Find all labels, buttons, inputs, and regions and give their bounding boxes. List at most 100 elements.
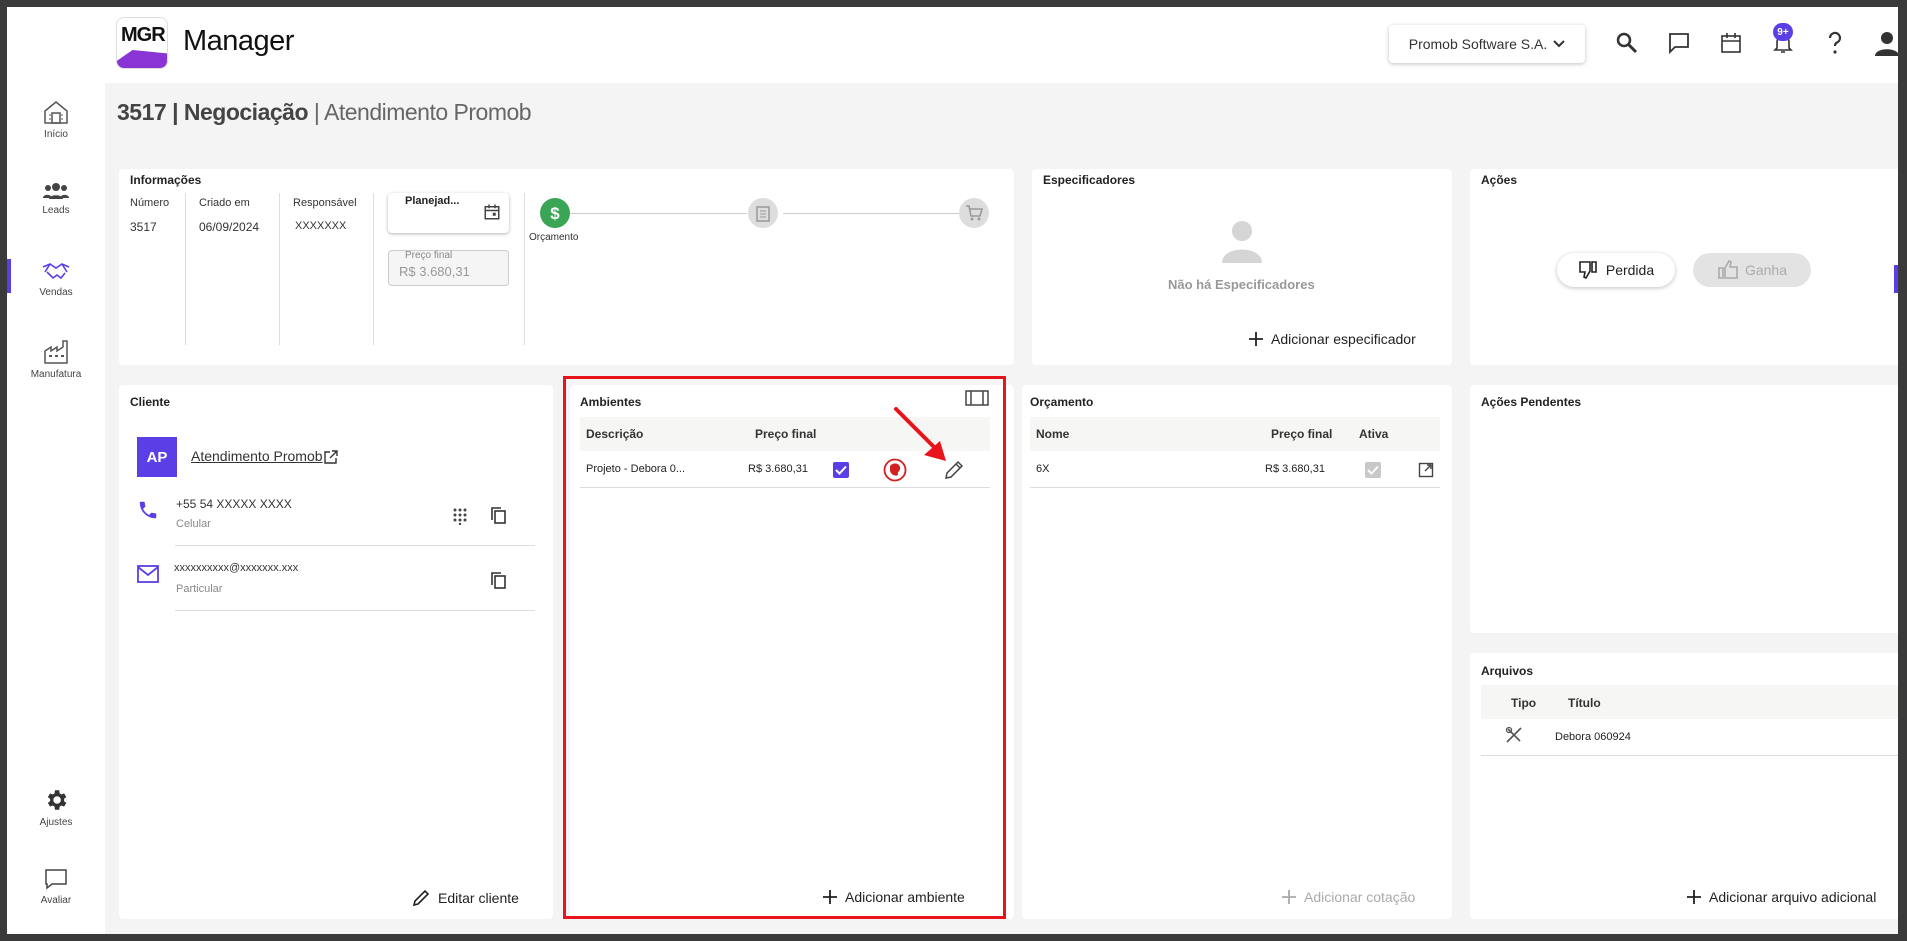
- message-icon: [1669, 33, 1689, 55]
- arquivo-titulo[interactable]: Debora 060924: [1555, 731, 1631, 743]
- avatar: AP: [137, 437, 177, 477]
- sidebar-item-ajustes[interactable]: Ajustes: [7, 787, 105, 828]
- external-link-icon[interactable]: [323, 449, 339, 465]
- plus-icon: [1687, 890, 1701, 904]
- dollar-icon: $: [550, 204, 560, 222]
- step-line: [783, 213, 959, 214]
- person-placeholder-icon: [1222, 221, 1262, 263]
- preco-final-value: R$ 3.680,31: [399, 264, 470, 279]
- calendar-button[interactable]: [1717, 29, 1745, 57]
- sidebar: Início Leads Vendas Manufatura Ajustes A…: [7, 7, 105, 934]
- edit-client-label: Editar cliente: [438, 890, 519, 906]
- add-especificador-button[interactable]: Adicionar especificador: [1249, 331, 1416, 347]
- step-venda[interactable]: [959, 198, 989, 228]
- search-button[interactable]: [1613, 29, 1641, 57]
- divider: [279, 193, 280, 345]
- app-title: Manager: [183, 25, 294, 57]
- help-icon: [1828, 31, 1842, 54]
- info-title: Informações: [130, 173, 202, 187]
- help-button[interactable]: [1821, 29, 1849, 57]
- copy-icon[interactable]: [490, 506, 507, 525]
- design-tools-icon: [1505, 726, 1522, 743]
- cliente-title: Cliente: [130, 395, 171, 409]
- criado-label: Criado em: [199, 197, 250, 209]
- add-cotacao-button[interactable]: Adicionar cotação: [1282, 889, 1415, 905]
- check-icon: [1367, 465, 1379, 475]
- people-icon: [43, 183, 69, 199]
- app-logo[interactable]: MGR: [116, 17, 168, 69]
- sidebar-item-inicio[interactable]: Início: [7, 99, 105, 140]
- client-name-link[interactable]: Atendimento Promob: [191, 448, 323, 464]
- column-nome: Nome: [1036, 427, 1070, 441]
- svg-text:$: $: [550, 204, 560, 222]
- phone-icon: [139, 501, 157, 519]
- status-select[interactable]: Planejad...: [388, 193, 509, 233]
- clipboard-icon: [756, 206, 770, 222]
- step-label: Orçamento: [529, 232, 579, 243]
- company-select[interactable]: Promob Software S.A.: [1389, 25, 1585, 63]
- especificadores-empty: Não há Especificadores: [1168, 277, 1315, 292]
- cliente-card: [119, 385, 553, 919]
- email-address: xxxxxxxxxx@xxxxxxx.xxx: [174, 562, 299, 574]
- email-type: Particular: [176, 583, 223, 595]
- deal-number: 3517: [117, 99, 167, 125]
- divider: [175, 610, 535, 611]
- status-value: Planejad...: [405, 195, 460, 207]
- add-arquivo-button[interactable]: Adicionar arquivo adicional: [1687, 889, 1876, 905]
- sidebar-item-leads[interactable]: Leads: [7, 181, 105, 216]
- info-card: [119, 169, 1014, 365]
- sidebar-item-avaliar[interactable]: Avaliar: [7, 867, 105, 906]
- sidebar-item-vendas[interactable]: Vendas: [7, 259, 105, 298]
- user-menu-button[interactable]: [1873, 29, 1898, 57]
- deal-type: Negociação: [183, 99, 309, 125]
- email-icon: [137, 565, 159, 583]
- sidebar-item-label: Leads: [42, 205, 70, 216]
- perdida-button[interactable]: Perdida: [1557, 253, 1675, 287]
- column-tipo: Tipo: [1511, 696, 1537, 710]
- orcamento-nome[interactable]: 6X: [1036, 463, 1049, 475]
- acoes-pendentes-title: Ações Pendentes: [1481, 395, 1582, 409]
- step-orcamento[interactable]: $: [540, 198, 570, 228]
- edit-client-button[interactable]: Editar cliente: [412, 889, 519, 907]
- side-panel-handle[interactable]: [1894, 265, 1898, 293]
- deal-name: Atendimento Promob: [324, 99, 532, 125]
- sidebar-item-label: Avaliar: [40, 895, 72, 906]
- responsavel-value: XXXXXXX: [295, 220, 347, 232]
- add-arquivo-label: Adicionar arquivo adicional: [1709, 889, 1877, 905]
- divider: [175, 545, 535, 546]
- open-external-icon[interactable]: [1418, 462, 1434, 478]
- dialpad-icon[interactable]: [452, 507, 468, 525]
- thumbs-down-icon: [1579, 261, 1597, 280]
- user-icon: [1875, 32, 1898, 56]
- orcamento-preco: R$ 3.680,31: [1265, 463, 1325, 475]
- chat-icon: [45, 869, 67, 890]
- gear-icon: [47, 790, 67, 810]
- factory-icon: [44, 340, 68, 364]
- divider: [373, 193, 374, 345]
- sidebar-item-manufatura[interactable]: Manufatura: [7, 339, 105, 380]
- page-title: 3517 | Negociação | Atendimento Promob: [117, 99, 532, 126]
- ganha-button[interactable]: Ganha: [1693, 253, 1811, 287]
- phone-number: +55 54 XXXXX XXXX: [176, 497, 292, 511]
- column-ativa: Ativa: [1359, 427, 1389, 441]
- responsavel-label: Responsável: [293, 197, 357, 209]
- arquivos-table-header: [1481, 685, 1898, 719]
- messages-button[interactable]: [1665, 29, 1693, 57]
- step-line: [570, 213, 747, 214]
- step-pedido[interactable]: [748, 198, 778, 228]
- logo-shape: [117, 50, 167, 68]
- copy-icon[interactable]: [490, 571, 507, 590]
- sidebar-item-label: Manufatura: [30, 369, 82, 380]
- acoes-title: Ações: [1481, 173, 1518, 187]
- chevron-down-icon: [1553, 40, 1565, 48]
- add-cotacao-label: Adicionar cotação: [1304, 889, 1416, 905]
- title-separator: |: [313, 99, 320, 125]
- arquivos-title: Arquivos: [1481, 664, 1534, 678]
- orcamento-ativa-checkbox: [1365, 462, 1381, 478]
- calendar-icon: [1721, 33, 1741, 53]
- calendar-icon: [484, 204, 500, 220]
- orcamento-card: [1022, 385, 1452, 919]
- handshake-icon: [42, 263, 70, 280]
- preco-final-field: Preço final R$ 3.680,31: [388, 250, 509, 286]
- annotation-highlight-box: [563, 376, 1006, 919]
